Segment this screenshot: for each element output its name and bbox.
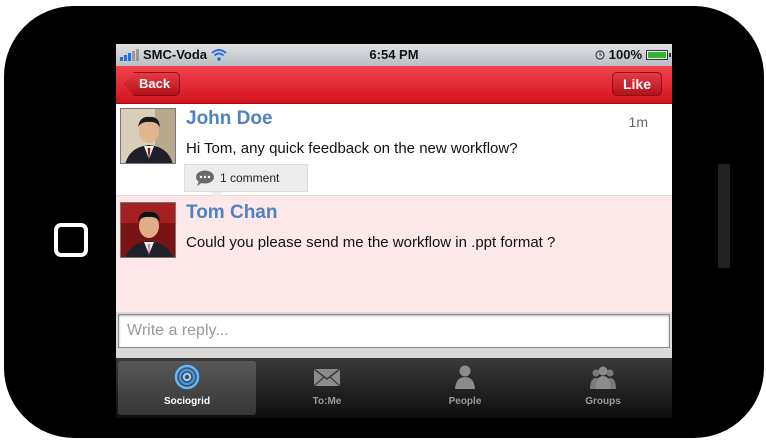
- post-timestamp: 1m: [628, 114, 648, 130]
- author-name[interactable]: Tom Chan: [186, 202, 277, 224]
- reply-bar: [116, 312, 672, 358]
- tab-people[interactable]: People: [396, 358, 534, 418]
- post-item[interactable]: John Doe 1m Hi Tom, any quick feedback o…: [116, 104, 672, 198]
- comment-count-button[interactable]: 1 comment: [184, 164, 308, 198]
- avatar[interactable]: [120, 108, 176, 164]
- tab-sociogrid[interactable]: Sociogrid: [118, 361, 256, 415]
- status-right: 100%: [595, 47, 671, 62]
- speaker-grille: [718, 164, 730, 268]
- battery-icon: [646, 49, 671, 60]
- tab-bar: Sociogrid To:Me People Groups: [116, 358, 672, 418]
- comment-text: Could you please send me the workflow in…: [186, 234, 556, 251]
- speech-bubble-icon: [196, 170, 214, 186]
- home-button[interactable]: [54, 223, 88, 257]
- group-icon: [590, 366, 616, 389]
- sociogrid-swirl-icon: [174, 364, 200, 390]
- phone-frame: SMC-Voda 6:54 PM 100% Back Like John Doe…: [4, 6, 764, 438]
- tab-to-me[interactable]: To:Me: [258, 358, 396, 418]
- back-button[interactable]: Back: [124, 72, 181, 96]
- tab-label: Groups: [585, 396, 621, 407]
- tab-label: Sociogrid: [163, 396, 211, 407]
- reply-input[interactable]: [118, 314, 670, 348]
- author-name[interactable]: John Doe: [186, 108, 273, 130]
- person-icon: [455, 365, 475, 389]
- status-bar: SMC-Voda 6:54 PM 100%: [116, 44, 672, 66]
- post-text: Hi Tom, any quick feedback on the new wo…: [186, 140, 518, 157]
- comment-item[interactable]: Tom Chan Could you please send me the wo…: [116, 196, 672, 312]
- tab-label: To:Me: [312, 396, 342, 407]
- alarm-icon: [595, 49, 605, 60]
- app-screen: SMC-Voda 6:54 PM 100% Back Like John Doe…: [116, 44, 672, 418]
- envelope-icon: [313, 368, 341, 387]
- battery-percent: 100%: [608, 47, 642, 62]
- avatar[interactable]: [120, 202, 176, 258]
- like-button[interactable]: Like: [611, 72, 662, 96]
- tab-groups[interactable]: Groups: [534, 358, 672, 418]
- tab-label: People: [448, 396, 482, 407]
- status-time: 6:54 PM: [369, 47, 419, 62]
- navigation-bar: Back Like: [116, 66, 672, 104]
- comment-count-label: 1 comment: [220, 171, 280, 185]
